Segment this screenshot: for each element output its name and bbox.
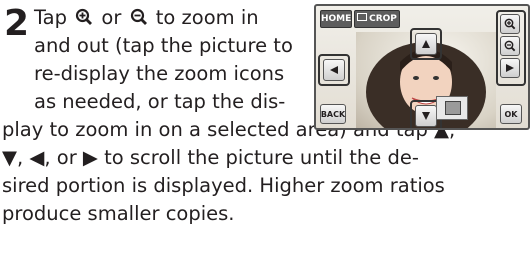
scroll-down-button[interactable]: [415, 105, 437, 127]
zoom-in-button[interactable]: [500, 14, 520, 34]
zoom-position-indicator: [436, 96, 468, 120]
scroll-up-button[interactable]: [415, 33, 437, 55]
camera-screen: HOME CROP BACK OK: [314, 4, 530, 130]
text-segment: Tap: [34, 6, 68, 29]
arrow-right-icon: [506, 64, 514, 72]
back-button[interactable]: BACK: [320, 104, 346, 124]
instruction-line-8: produce smaller copies.: [2, 202, 235, 225]
zoom-in-icon: [504, 18, 516, 30]
crop-label: CROP: [354, 10, 400, 28]
instruction-line-2: and out (tap the picture to: [34, 34, 293, 57]
instruction-line-6: ▼, ◀, or ▶ to scroll the picture until t…: [2, 146, 419, 169]
text-segment: to zoom in: [155, 6, 259, 29]
arrow-down-icon: [422, 112, 430, 120]
crop-icon: [357, 13, 368, 21]
scroll-right-button[interactable]: [500, 58, 520, 78]
scroll-left-button[interactable]: [323, 59, 345, 81]
instruction-line-7: sired portion is displayed. Higher zoom …: [2, 174, 445, 197]
arrow-left-icon: [330, 66, 338, 74]
zoom-in-icon: [75, 8, 93, 26]
zoom-out-icon: [504, 40, 516, 52]
zoom-out-button[interactable]: [500, 36, 520, 56]
zoom-out-icon: [130, 8, 148, 26]
step-number: 2: [4, 3, 30, 44]
ok-button[interactable]: OK: [500, 104, 522, 124]
home-button[interactable]: HOME: [320, 10, 352, 28]
text-segment: or: [101, 6, 122, 29]
instruction-line-3: re-display the zoom icons: [34, 62, 285, 85]
zoom-region-marker: [445, 101, 461, 115]
arrow-up-icon: [422, 40, 430, 48]
instruction-line-4: as needed, or tap the dis-: [34, 90, 286, 113]
instruction-line-1: Tap or to zoom in: [34, 4, 259, 32]
